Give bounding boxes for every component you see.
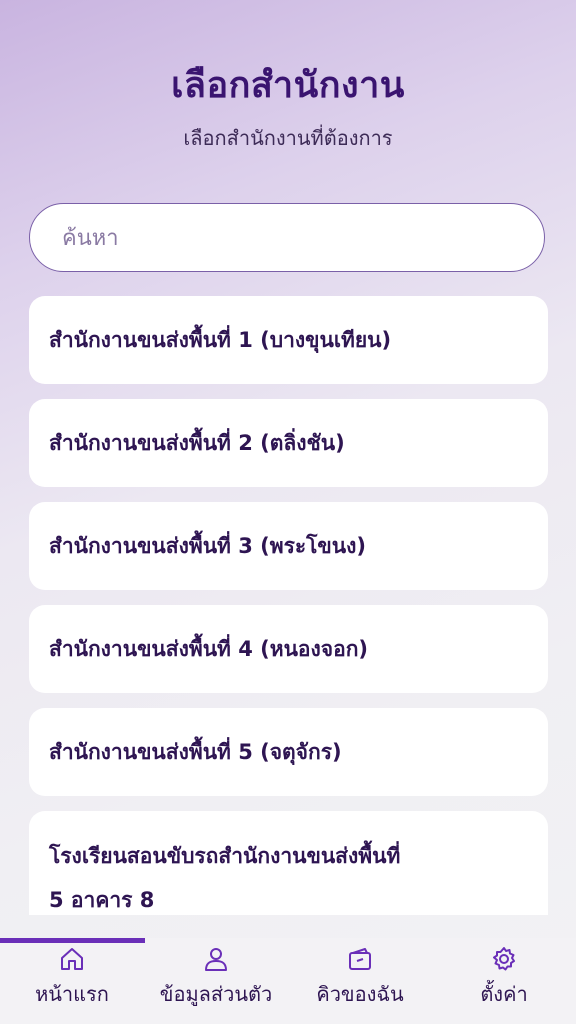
- nav-item-profile[interactable]: ข้อมูลส่วนตัว: [144, 938, 288, 1024]
- nav-item-my-queue[interactable]: คิวของฉัน: [288, 938, 432, 1024]
- office-list: สำนักงานขนส่งพื้นที่ 1 (บางขุนเทียน) สำน…: [29, 296, 548, 915]
- office-item-4[interactable]: สำนักงานขนส่งพื้นที่ 4 (หนองจอก): [29, 605, 548, 693]
- office-item-label: สำนักงานขนส่งพื้นที่ 5 (จตุจักร): [49, 740, 342, 764]
- gear-icon: [491, 946, 517, 972]
- nav-item-settings[interactable]: ตั้งค่า: [432, 938, 576, 1024]
- office-item-label-line1: โรงเรียนสอนขับรถสำนักงานขนส่งพื้นที่: [49, 844, 401, 868]
- office-item-label-line2: 5 อาคาร 8: [49, 888, 155, 912]
- search-box[interactable]: [29, 203, 545, 272]
- office-item-6[interactable]: โรงเรียนสอนขับรถสำนักงานขนส่งพื้นที่ 5 อ…: [29, 811, 548, 915]
- home-icon: [59, 946, 85, 972]
- ticket-icon: [347, 946, 373, 972]
- page-title: เลือกสำนักงาน: [171, 65, 405, 106]
- office-item-5[interactable]: สำนักงานขนส่งพื้นที่ 5 (จตุจักร): [29, 708, 548, 796]
- nav-label: ข้อมูลส่วนตัว: [159, 982, 273, 1006]
- office-item-label: สำนักงานขนส่งพื้นที่ 4 (หนองจอก): [49, 637, 369, 661]
- bottom-nav: หน้าแรก ข้อมูลส่วนตัว คิวของฉัน ตั้งค่า: [0, 938, 576, 1024]
- nav-label: หน้าแรก: [35, 982, 109, 1006]
- office-item-label-group: โรงเรียนสอนขับรถสำนักงานขนส่งพื้นที่ 5 อ…: [49, 834, 400, 915]
- search-input[interactable]: [60, 204, 514, 272]
- office-item-2[interactable]: สำนักงานขนส่งพื้นที่ 2 (ตลิ่งชัน): [29, 399, 548, 487]
- office-item-label: สำนักงานขนส่งพื้นที่ 1 (บางขุนเทียน): [49, 328, 392, 352]
- page-subtitle: เลือกสำนักงานที่ต้องการ: [183, 126, 393, 150]
- nav-label: คิวของฉัน: [316, 982, 404, 1006]
- nav-label: ตั้งค่า: [480, 982, 528, 1006]
- office-item-1[interactable]: สำนักงานขนส่งพื้นที่ 1 (บางขุนเทียน): [29, 296, 548, 384]
- office-item-label: สำนักงานขนส่งพื้นที่ 2 (ตลิ่งชัน): [49, 431, 345, 455]
- user-icon: [203, 946, 229, 972]
- nav-item-home[interactable]: หน้าแรก: [0, 938, 144, 1024]
- office-item-3[interactable]: สำนักงานขนส่งพื้นที่ 3 (พระโขนง): [29, 502, 548, 590]
- office-item-label: สำนักงานขนส่งพื้นที่ 3 (พระโขนง): [49, 534, 366, 558]
